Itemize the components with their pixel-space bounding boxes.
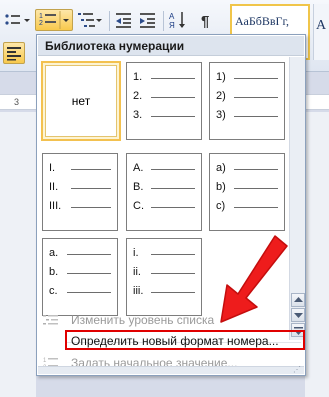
tile-line [151,254,195,255]
tile-line [151,207,195,208]
tile-label: ii. [133,266,141,278]
style-gallery-next[interactable]: А [313,4,329,60]
svg-text:1: 1 [43,358,47,364]
tile-line [234,97,278,98]
numbering-tile-latin-upper[interactable]: A. B. C. [126,153,202,231]
change-level-label: Изменить уровень списка [71,313,215,327]
ruler-mark: 3 [14,97,20,107]
svg-text:2: 2 [39,20,43,27]
tile-line [234,169,278,170]
tile-line [151,273,195,274]
tile-label: 2) [216,90,226,102]
bullets-icon [5,14,20,25]
scroll-up-button[interactable] [291,293,305,307]
gallery-scrollbar[interactable] [289,57,305,340]
tile-label: iii. [133,285,144,297]
tile-line [67,273,111,274]
svg-text:1: 1 [39,13,43,20]
tile-line [151,78,195,79]
tile-label: A. [133,162,144,174]
menu-change-list-level[interactable]: Изменить уровень списка [39,311,305,329]
numbering-tile-arabic-dot[interactable]: 1. 2. 3. [126,62,202,140]
tile-label: 1) [216,71,226,83]
tile-line [71,188,111,189]
horizontal-ruler: 3 [0,94,36,110]
tile-label: II. [49,181,59,193]
show-marks-button[interactable]: ¶ [197,9,219,31]
numbering-library-title: Библиотека нумерации [38,36,304,56]
tile-label: a. [49,247,59,259]
sort-button[interactable]: А Я [167,9,189,31]
tile-line [71,169,111,170]
tile-line [151,169,195,170]
scroll-up-icon [294,297,303,302]
numbering-tile-latin-lower-paren[interactable]: a) b) c) [209,153,285,231]
numbering-tile-roman-upper[interactable]: I. II. III. [42,153,118,231]
document-area-right [305,112,329,397]
align-left-button[interactable] [3,42,25,64]
grip-dots: ⋰ [293,365,301,374]
tile-line [151,97,195,98]
sort-icon: А Я [169,12,185,30]
style-sample-text: АаБбВвГг, [235,14,290,28]
svg-text:Я: Я [169,21,175,30]
numbering-tile-none[interactable]: нет [41,61,121,141]
numbering-library-dropdown: Библиотека нумерации нет 1. 2. 3. 1) 2) … [36,34,306,376]
numbering-icon: 1 2 [39,11,69,29]
tile-label: III. [49,200,62,212]
tile-line [151,116,195,117]
svg-text:А: А [169,12,175,21]
decrease-indent-icon [116,13,131,28]
numbering-tile-arabic-paren[interactable]: 1) 2) 3) [209,62,285,140]
tile-label: I. [49,162,56,174]
tile-label: c. [49,285,58,297]
tile-line [234,207,278,208]
change-level-icon [43,315,58,325]
pilcrow-icon: ¶ [201,13,209,30]
tile-line [234,116,278,117]
tile-line [151,188,195,189]
tile-label: b. [49,266,59,278]
tile-line [151,292,195,293]
ribbon-separator [109,11,110,31]
resize-grip[interactable]: ⋰ [38,365,304,374]
numbering-none-label: нет [71,94,91,108]
ribbon-separator [163,11,164,31]
horizontal-ruler-right [305,94,329,110]
tile-label: 1. [133,71,143,83]
tile-line [71,207,111,208]
define-format-label: Определить новый формат номера... [71,334,279,348]
tile-label: c) [216,200,226,212]
tile-label: C. [133,200,144,212]
numbering-gallery: нет 1. 2. 3. 1) 2) 3) I. II. III. A. B. … [38,57,288,340]
document-area-left [0,112,36,397]
tile-line [67,292,111,293]
numbering-button[interactable]: 1 2 [35,9,73,31]
increase-indent-icon [140,13,155,28]
numbering-tile-roman-lower[interactable]: i. ii. iii. [126,238,202,316]
tile-line [234,78,278,79]
numbering-tile-latin-lower-dot[interactable]: a. b. c. [42,238,118,316]
tile-label: a) [216,162,226,174]
tile-label: 3) [216,109,226,121]
tile-label: b) [216,181,226,193]
tile-line [234,188,278,189]
tile-label: 3. [133,109,143,121]
tile-label: 2. [133,90,143,102]
style-next-sample-text: А [316,18,327,33]
decrease-indent-button[interactable] [113,9,135,31]
tile-label: i. [133,247,139,259]
bullets-dropdown-button[interactable] [22,9,32,31]
align-left-icon [7,47,21,61]
tile-line [67,254,111,255]
multilevel-list-icon [78,13,102,27]
tile-label: B. [133,181,144,193]
bullets-button[interactable] [2,9,22,31]
increase-indent-button[interactable] [137,9,159,31]
svg-text:¶: ¶ [201,13,209,30]
menu-define-new-number-format[interactable]: Определить новый формат номера... [39,330,305,350]
numbering-tile-inner: нет [45,65,117,137]
multilevel-list-button[interactable] [75,9,103,31]
